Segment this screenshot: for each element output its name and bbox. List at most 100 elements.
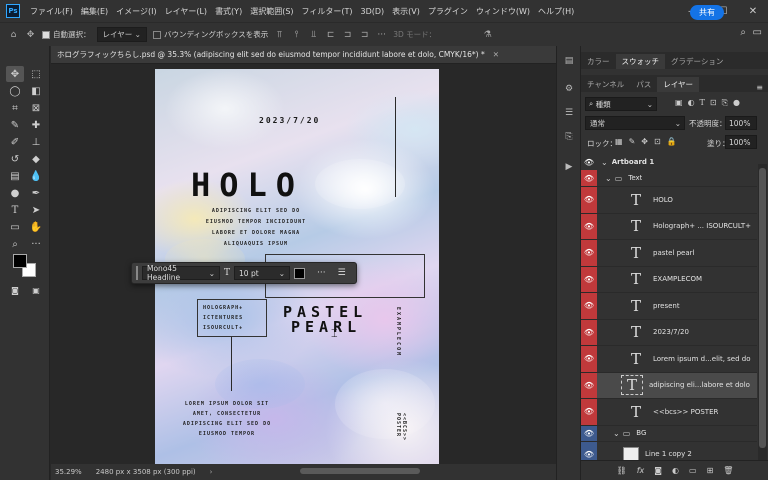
visibility-eye-icon[interactable]: 👁 [581, 346, 597, 372]
tab-layers[interactable]: レイヤー [657, 77, 700, 92]
canvas-horizontal-scrollbar[interactable] [300, 468, 420, 474]
rectangle-tool-icon[interactable]: ▭ [6, 219, 24, 235]
close-tab-icon[interactable]: ✕ [493, 50, 499, 59]
auto-select-dropdown[interactable]: レイヤー ⌄ [96, 27, 147, 42]
tab-color[interactable]: カラー [581, 54, 616, 69]
share-button[interactable]: 共有 [690, 5, 724, 20]
auto-select-checkbox[interactable] [42, 31, 50, 39]
menu-type[interactable]: 書式(Y) [211, 6, 246, 17]
adjustment-filter-icon[interactable]: ◐ [688, 98, 695, 108]
lock-all-icon[interactable]: 🔒 [667, 137, 677, 146]
visibility-eye-icon[interactable]: 👁 [581, 170, 597, 186]
layer-row[interactable]: 👁 T 2023/7/20 [581, 319, 757, 346]
object-select-icon[interactable]: ◧ [27, 83, 45, 99]
visibility-eye-icon[interactable]: 👁 [581, 240, 597, 266]
more-options-icon[interactable]: ··· [376, 29, 387, 40]
adjustment-layer-icon[interactable]: ◐ [672, 466, 679, 475]
play-actions-icon[interactable]: ▶ [562, 160, 576, 174]
bounding-box-checkbox[interactable] [152, 31, 161, 39]
layer-row-group-text[interactable]: 👁 ⌄ ▭ Text [581, 170, 757, 187]
visibility-eye-icon[interactable]: 👁 [581, 425, 597, 441]
visibility-eye-icon[interactable]: 👁 [581, 399, 597, 425]
align-top-icon[interactable]: ⫪ [274, 29, 285, 40]
menu-image[interactable]: イメージ(I) [112, 6, 160, 17]
new-layer-icon[interactable]: ⊞ [707, 466, 714, 475]
history-panel-icon[interactable]: ▤ [562, 54, 576, 68]
workspace-icon[interactable]: ▭ [753, 27, 762, 38]
hand-tool-icon[interactable]: ✋ [27, 219, 45, 235]
layer-row-artboard[interactable]: 👁 ⌄ Artboard 1 [581, 154, 757, 170]
delete-layer-icon[interactable]: 🗑 [723, 466, 733, 475]
expand-chevron-icon[interactable]: ⌄ [605, 174, 612, 183]
lock-transparency-icon[interactable]: ▦ [615, 137, 623, 146]
path-select-icon[interactable]: ➤ [27, 202, 45, 218]
eyedropper-icon[interactable]: ✎ [6, 117, 24, 133]
type-filter-icon[interactable]: T [700, 98, 705, 108]
screen-mode-icon[interactable]: ▣ [27, 282, 45, 298]
expand-chevron-icon[interactable]: ⌄ [601, 158, 608, 167]
text-color-swatch[interactable] [294, 267, 306, 279]
status-arrow-icon[interactable]: › [210, 468, 213, 476]
menu-edit[interactable]: 編集(E) [77, 6, 112, 17]
menu-3d[interactable]: 3D(D) [357, 7, 389, 16]
layer-style-icon[interactable]: fx [637, 466, 645, 475]
font-size-dropdown[interactable]: 10 pt ⌄ [234, 266, 291, 280]
zoom-tool-icon[interactable]: ⌕ [6, 236, 24, 252]
align-center-icon[interactable]: ⊐ [342, 29, 353, 40]
crop-tool-icon[interactable]: ⌗ [6, 100, 24, 116]
visibility-eye-icon[interactable]: 👁 [581, 372, 597, 398]
drag-handle[interactable] [136, 266, 138, 280]
quick-mask-icon[interactable]: ◙ [6, 282, 24, 298]
properties-panel-icon[interactable]: ⚙ [562, 82, 576, 96]
lock-image-icon[interactable]: ✎ [629, 137, 636, 146]
blend-mode-dropdown[interactable]: 通常 ⌄ [585, 116, 685, 130]
add-mask-icon[interactable]: ◙ [654, 466, 662, 475]
frame-tool-icon[interactable]: ⊠ [27, 100, 45, 116]
menu-view[interactable]: 表示(V) [388, 6, 424, 17]
menu-filter[interactable]: フィルター(T) [298, 6, 357, 17]
align-middle-icon[interactable]: ⫯ [291, 29, 302, 40]
layer-row[interactable]: 👁 T <<bcs>> POSTER [581, 399, 757, 426]
brush-tool-icon[interactable]: ✐ [6, 134, 24, 150]
link-layers-icon[interactable]: ⛓ [617, 466, 627, 475]
layer-row[interactable]: 👁 T present [581, 293, 757, 320]
align-bottom-icon[interactable]: ⫫ [308, 29, 319, 40]
tab-channels[interactable]: チャンネル [581, 77, 630, 92]
layer-row[interactable]: 👁 T Lorem ipsum d...elit, sed do [581, 346, 757, 373]
adjustments-panel-icon[interactable]: ☰ [562, 106, 576, 120]
blur-tool-icon[interactable]: 💧 [27, 168, 45, 184]
lock-artboard-icon[interactable]: ⊡ [654, 137, 661, 146]
new-group-icon[interactable]: ▭ [689, 466, 697, 475]
pen-tool-icon[interactable]: ✒ [27, 185, 45, 201]
lasso-tool-icon[interactable]: ◯ [6, 83, 24, 99]
tab-paths[interactable]: パス [630, 77, 657, 92]
lock-position-icon[interactable]: ✥ [641, 137, 648, 146]
scrollbar-thumb[interactable] [759, 168, 766, 448]
visibility-eye-icon[interactable]: 👁 [581, 154, 597, 170]
foreground-color-swatch[interactable] [13, 254, 27, 268]
visibility-eye-icon[interactable]: 👁 [581, 319, 597, 345]
settings-sliders-icon[interactable]: ☰ [338, 268, 346, 278]
layer-row-selected[interactable]: 👁 T adipiscing eli...labore et dolo [581, 372, 757, 399]
filter-toggle-icon[interactable]: ● [733, 98, 740, 108]
dodge-tool-icon[interactable]: ● [6, 185, 24, 201]
move-tool-icon[interactable]: ✥ [25, 29, 36, 40]
history-brush-icon[interactable]: ↺ [6, 151, 24, 167]
zoom-level[interactable]: 35.29% [55, 468, 82, 476]
libraries-panel-icon[interactable]: ⎘ [562, 130, 576, 144]
eraser-icon[interactable]: ◆ [27, 151, 45, 167]
layer-row[interactable]: 👁 T EXAMPLECOM [581, 266, 757, 293]
menu-window[interactable]: ウィンドウ(W) [472, 6, 534, 17]
fill-field[interactable]: 100% [725, 135, 757, 149]
layers-scrollbar[interactable] [758, 164, 767, 464]
healing-brush-icon[interactable]: ✚ [27, 117, 45, 133]
align-left-icon[interactable]: ⊏ [325, 29, 336, 40]
marquee-tool-icon[interactable]: ⬚ [27, 66, 45, 82]
layer-row-group-bg[interactable]: 👁 ⌄ ▭ BG [581, 425, 757, 442]
flask-icon[interactable]: ⚗ [482, 29, 493, 40]
layer-kind-filter[interactable]: ⌕ 種類 ⌄ [585, 97, 657, 111]
smart-object-filter-icon[interactable]: ⎘ [722, 98, 728, 108]
layer-row[interactable]: 👁 T pastel pearl [581, 240, 757, 267]
move-tool-icon[interactable]: ✥ [6, 66, 24, 82]
stamp-tool-icon[interactable]: ⊥ [27, 134, 45, 150]
